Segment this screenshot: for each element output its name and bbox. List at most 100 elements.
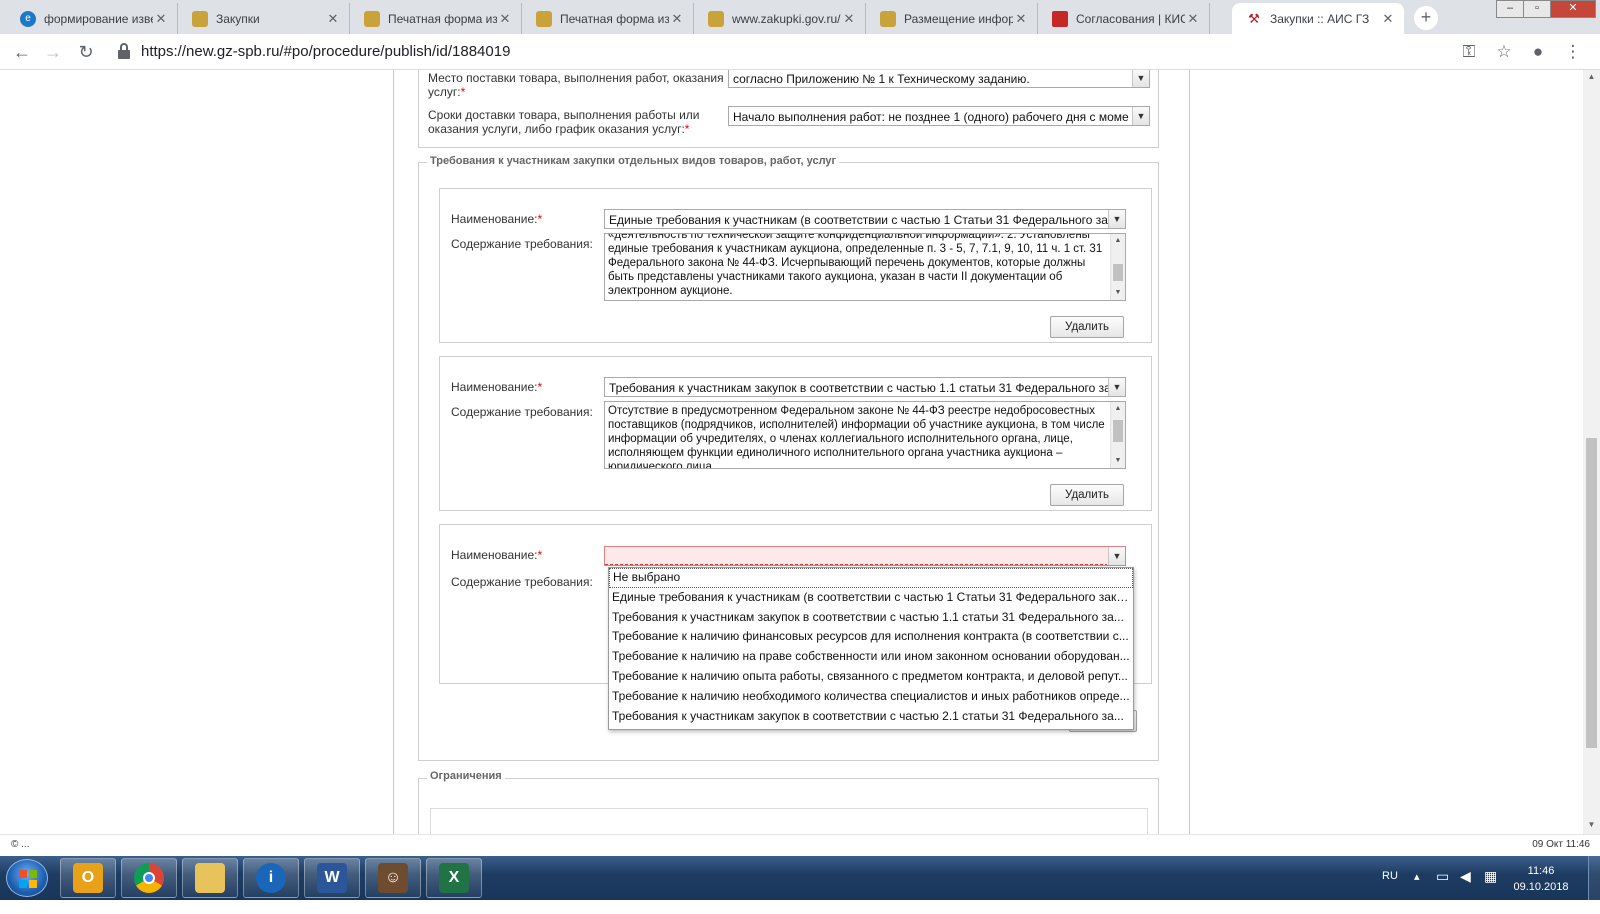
window-close-button[interactable]: ✕ bbox=[1550, 0, 1596, 18]
delete-button[interactable]: Удалить bbox=[1050, 484, 1124, 506]
close-icon[interactable]: ✕ bbox=[153, 11, 169, 27]
tab-title: Закупки bbox=[216, 11, 260, 26]
tab-title: Закупки :: АИС ГЗ bbox=[1270, 11, 1370, 26]
requirement-content-textarea[interactable]: «деятельность по технической защите конф… bbox=[604, 233, 1126, 301]
delete-button[interactable]: Удалить bbox=[1050, 316, 1124, 338]
requirement-name-select[interactable]: Единые требования к участникам (в соотве… bbox=[604, 209, 1126, 229]
taskbar-explorer[interactable] bbox=[182, 858, 238, 898]
taskbar-excel[interactable]: X bbox=[426, 858, 482, 898]
account-icon[interactable]: ● bbox=[1527, 41, 1549, 63]
dropdown-option[interactable]: Требование к наличию необходимого количе… bbox=[609, 687, 1133, 707]
clock-date: 09.10.2018 bbox=[1513, 881, 1569, 893]
chevron-down-icon[interactable]: ▼ bbox=[1132, 107, 1149, 125]
page-scrollbar[interactable]: ▲ ▼ bbox=[1583, 70, 1600, 834]
close-icon[interactable]: ✕ bbox=[1380, 11, 1396, 27]
requirement-name-select-empty[interactable]: ▼ bbox=[604, 546, 1126, 566]
minimize-button[interactable]: – bbox=[1496, 0, 1524, 18]
browser-tab[interactable]: www.zakupki.gov.ru/ ✕ bbox=[694, 3, 866, 34]
key-icon[interactable]: ⚿ bbox=[1458, 41, 1480, 63]
scroll-thumb[interactable] bbox=[1113, 420, 1123, 442]
tab-title: Согласования | КИС bbox=[1076, 11, 1185, 26]
close-icon[interactable]: ✕ bbox=[1185, 11, 1201, 27]
close-icon[interactable]: ✕ bbox=[325, 11, 341, 27]
scroll-up-icon[interactable]: ▲ bbox=[1111, 403, 1125, 415]
scroll-down-icon[interactable]: ▼ bbox=[1111, 287, 1125, 299]
reload-icon[interactable]: ↻ bbox=[74, 40, 98, 64]
requirement-name-dropdown[interactable]: Не выбрано Единые требования к участника… bbox=[608, 567, 1134, 730]
tab-title: Размещение инфор bbox=[904, 11, 1013, 26]
menu-icon[interactable]: ⋮ bbox=[1562, 41, 1584, 63]
emblem-icon bbox=[536, 10, 552, 27]
chevron-down-icon[interactable]: ▼ bbox=[1108, 210, 1125, 228]
browser-tab[interactable]: Печатная форма из ✕ bbox=[350, 3, 522, 34]
emblem-icon bbox=[364, 10, 380, 27]
content-label: Содержание требования: bbox=[451, 405, 593, 419]
windows-logo-icon bbox=[19, 870, 37, 888]
tray-expand-icon[interactable]: ▴ bbox=[1414, 870, 1420, 914]
textarea-scrollbar[interactable]: ▲ ▼ bbox=[1110, 234, 1125, 300]
chevron-down-icon[interactable]: ▼ bbox=[1108, 547, 1125, 565]
dropdown-option[interactable]: Требование к наличию на праве собственно… bbox=[609, 647, 1133, 667]
start-button[interactable] bbox=[6, 859, 48, 897]
scroll-down-icon[interactable]: ▼ bbox=[1111, 455, 1125, 467]
taskbar-word[interactable]: W bbox=[304, 858, 360, 898]
taskbar-user-app[interactable]: ☺ bbox=[365, 858, 421, 898]
kis-icon bbox=[1052, 10, 1068, 27]
browser-tab[interactable]: e формирование изве ✕ bbox=[6, 3, 178, 34]
action-center-icon[interactable]: ▭ bbox=[1436, 868, 1449, 912]
delivery-terms-select[interactable]: Начало выполнения работ: не позднее 1 (о… bbox=[728, 106, 1150, 126]
chevron-down-icon[interactable]: ▼ bbox=[1132, 70, 1149, 87]
requirement-name-select[interactable]: Требования к участникам закупок в соотве… bbox=[604, 377, 1126, 397]
show-desktop-button[interactable] bbox=[1588, 856, 1600, 900]
network-icon[interactable]: ▦ bbox=[1484, 868, 1497, 912]
new-tab-button[interactable]: + bbox=[1414, 6, 1438, 30]
excel-icon: X bbox=[439, 863, 469, 893]
outlook-icon: O bbox=[73, 863, 103, 893]
language-indicator[interactable]: RU bbox=[1382, 870, 1398, 914]
emblem-icon bbox=[708, 10, 724, 27]
user-app-icon: ☺ bbox=[378, 863, 408, 893]
browser-tab[interactable]: Согласования | КИС ✕ bbox=[1038, 3, 1210, 34]
bookmark-star-icon[interactable]: ☆ bbox=[1493, 41, 1515, 63]
chrome-icon bbox=[134, 863, 164, 893]
delivery-place-select[interactable]: согласно Приложению № 1 к Техническому з… bbox=[728, 70, 1150, 88]
taskbar-info[interactable]: i bbox=[243, 858, 299, 898]
close-icon[interactable]: ✕ bbox=[1013, 11, 1029, 27]
scroll-up-icon[interactable]: ▲ bbox=[1583, 72, 1600, 84]
word-icon: W bbox=[317, 863, 347, 893]
requirement-content-textarea[interactable]: Отсутствие в предусмотренном Федеральном… bbox=[604, 401, 1126, 469]
taskbar-clock[interactable]: 11:46 09.10.2018 bbox=[1506, 863, 1576, 895]
dropdown-option[interactable]: Требования к участникам закупок в соотве… bbox=[609, 608, 1133, 628]
dropdown-option[interactable]: Требование к наличию финансовых ресурсов… bbox=[609, 627, 1133, 647]
windows-taskbar: O i W ☺ X RU ▴ ▭ ◀ ▦ 11:46 09.10.2018 bbox=[0, 856, 1600, 900]
close-icon[interactable]: ✕ bbox=[841, 11, 857, 27]
volume-muted-icon[interactable]: ◀ bbox=[1460, 868, 1471, 912]
scroll-up-icon[interactable]: ▲ bbox=[1111, 235, 1125, 247]
browser-tab[interactable]: Печатная форма из ✕ bbox=[522, 3, 694, 34]
page-scroll-thumb[interactable] bbox=[1586, 438, 1597, 748]
hammer-icon: ⚒ bbox=[1246, 10, 1262, 27]
taskbar-outlook[interactable]: O bbox=[60, 858, 116, 898]
maximize-button[interactable]: ▫ bbox=[1523, 0, 1551, 18]
ie-page-icon: e bbox=[20, 10, 36, 27]
dropdown-option[interactable]: Единые требования к участникам (в соотве… bbox=[609, 588, 1133, 608]
dropdown-option[interactable]: Требование к наличию опыта работы, связа… bbox=[609, 667, 1133, 687]
chevron-down-icon[interactable]: ▼ bbox=[1108, 378, 1125, 396]
restrictions-legend: Ограничения bbox=[427, 770, 505, 782]
browser-tab[interactable]: Закупки ✕ bbox=[178, 3, 350, 34]
close-icon[interactable]: ✕ bbox=[497, 11, 513, 27]
browser-tab-strip: e формирование изве ✕ Закупки ✕ Печатная… bbox=[0, 0, 1600, 34]
textarea-scrollbar[interactable]: ▲ ▼ bbox=[1110, 402, 1125, 468]
taskbar-chrome[interactable] bbox=[121, 858, 177, 898]
back-icon[interactable]: ← bbox=[10, 40, 34, 64]
address-bar[interactable]: https://new.gz-spb.ru/#po/procedure/publ… bbox=[141, 43, 510, 60]
close-icon[interactable]: ✕ bbox=[669, 11, 685, 27]
dropdown-option[interactable]: Требования к участникам закупок в соотве… bbox=[609, 707, 1133, 727]
browser-tab[interactable]: Размещение инфор ✕ bbox=[866, 3, 1038, 34]
browser-tab-active[interactable]: ⚒ Закупки :: АИС ГЗ ✕ bbox=[1232, 3, 1404, 34]
folder-icon bbox=[195, 863, 225, 893]
scroll-thumb[interactable] bbox=[1113, 264, 1123, 281]
forward-icon[interactable]: → bbox=[41, 40, 65, 64]
scroll-down-icon[interactable]: ▼ bbox=[1583, 820, 1600, 832]
dropdown-option[interactable]: Не выбрано bbox=[609, 568, 1133, 588]
